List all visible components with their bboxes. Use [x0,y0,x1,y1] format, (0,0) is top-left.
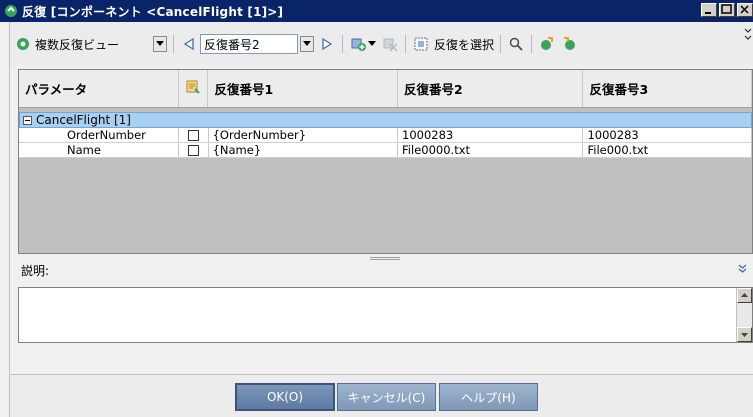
toolbar-separator [173,35,174,53]
view-mode-dropdown-button[interactable] [153,36,167,52]
window-title: 反復 [コンポーネント <CancelFlight [1]>] [22,4,284,19]
description-label: 説明: [21,264,50,278]
toolbar-separator [500,35,502,53]
add-iteration-dropdown-icon[interactable] [367,35,377,53]
cell-check [179,128,209,142]
iteration-combo-value: 反復番号2 [204,37,260,52]
scroll-down-icon[interactable] [737,327,752,342]
delete-iteration-icon[interactable] [381,35,399,53]
search-icon[interactable] [507,35,525,53]
next-iteration-icon[interactable] [318,35,336,53]
minimize-button[interactable] [701,3,717,17]
select-iteration-button[interactable]: 反復を選択 [434,36,494,53]
cell-check [179,143,209,157]
table-row[interactable]: Name {Name} File0000.txt File000.txt [19,143,752,158]
import-parameters-icon[interactable] [538,35,556,53]
export-parameters-icon[interactable] [560,35,578,53]
column-header-iteration-3[interactable]: 反復番号3 [583,70,752,107]
close-button[interactable] [737,3,753,17]
iteration-combo[interactable]: 反復番号2 [200,34,298,54]
multi-iteration-view-icon [14,35,32,53]
maximize-button[interactable] [719,3,735,17]
cell-iteration-2[interactable]: File0000.txt [398,143,584,157]
ok-button[interactable]: OK(O) [235,383,335,411]
group-label: CancelFlight [1] [36,113,131,127]
select-iteration-icon[interactable] [412,35,430,53]
cell-param: Name [19,143,179,157]
cell-iteration-3[interactable]: File000.txt [583,143,752,157]
grid-header-row: パラメータ 反復番号1 反復番号2 反復番号3 [19,70,752,108]
help-button[interactable]: ヘルプ(H) [439,383,538,411]
cancel-button[interactable]: キャンセル(C) [337,383,436,411]
cell-iteration-2[interactable]: 1000283 [398,128,584,142]
app-icon [3,3,19,19]
panel-splitter[interactable] [370,257,400,260]
table-row[interactable]: OrderNumber {OrderNumber} 1000283 100028… [19,128,752,143]
group-row-cancelflight[interactable]: CancelFlight [1] [19,112,752,128]
parameter-list-icon [186,80,200,97]
previous-iteration-icon[interactable] [180,35,198,53]
row-checkbox[interactable] [187,129,199,141]
dialog-footer: OK(O) キャンセル(C) ヘルプ(H) [10,374,753,417]
title-bar: 反復 [コンポーネント <CancelFlight [1]>] [0,0,753,22]
column-header-check[interactable] [179,70,209,107]
column-header-iteration-1[interactable]: 反復番号1 [208,70,398,107]
scroll-up-icon[interactable] [737,288,752,303]
toolbar-overflow-chevron-icon[interactable] [743,26,753,44]
add-iteration-icon[interactable] [349,35,367,53]
row-checkbox[interactable] [187,144,199,156]
description-scrollbar[interactable] [736,288,752,342]
collapse-icon[interactable] [23,115,32,125]
cell-iteration-1[interactable]: {OrderNumber} [209,128,399,142]
left-edge-panel [0,22,10,417]
view-mode-label[interactable]: 複数反復ビュー [35,36,153,53]
toolbar-separator [405,35,406,53]
iteration-dropdown-button[interactable] [300,36,314,52]
cell-iteration-3[interactable]: 1000283 [583,128,752,142]
iteration-grid[interactable]: パラメータ 反復番号1 反復番号2 反復番号3 CancelFlight [1]… [18,69,753,254]
column-header-parameter[interactable]: パラメータ [19,70,179,107]
toolbar-separator [531,35,533,53]
column-header-iteration-2[interactable]: 反復番号2 [398,70,584,107]
cell-param: OrderNumber [19,128,179,142]
collapse-description-icon[interactable] [738,263,747,276]
description-textarea[interactable] [18,287,753,343]
cell-iteration-1[interactable]: {Name} [209,143,399,157]
toolbar-separator [342,35,343,53]
toolbar: 複数反復ビュー 反復番号2 反復を選択 [10,22,753,66]
